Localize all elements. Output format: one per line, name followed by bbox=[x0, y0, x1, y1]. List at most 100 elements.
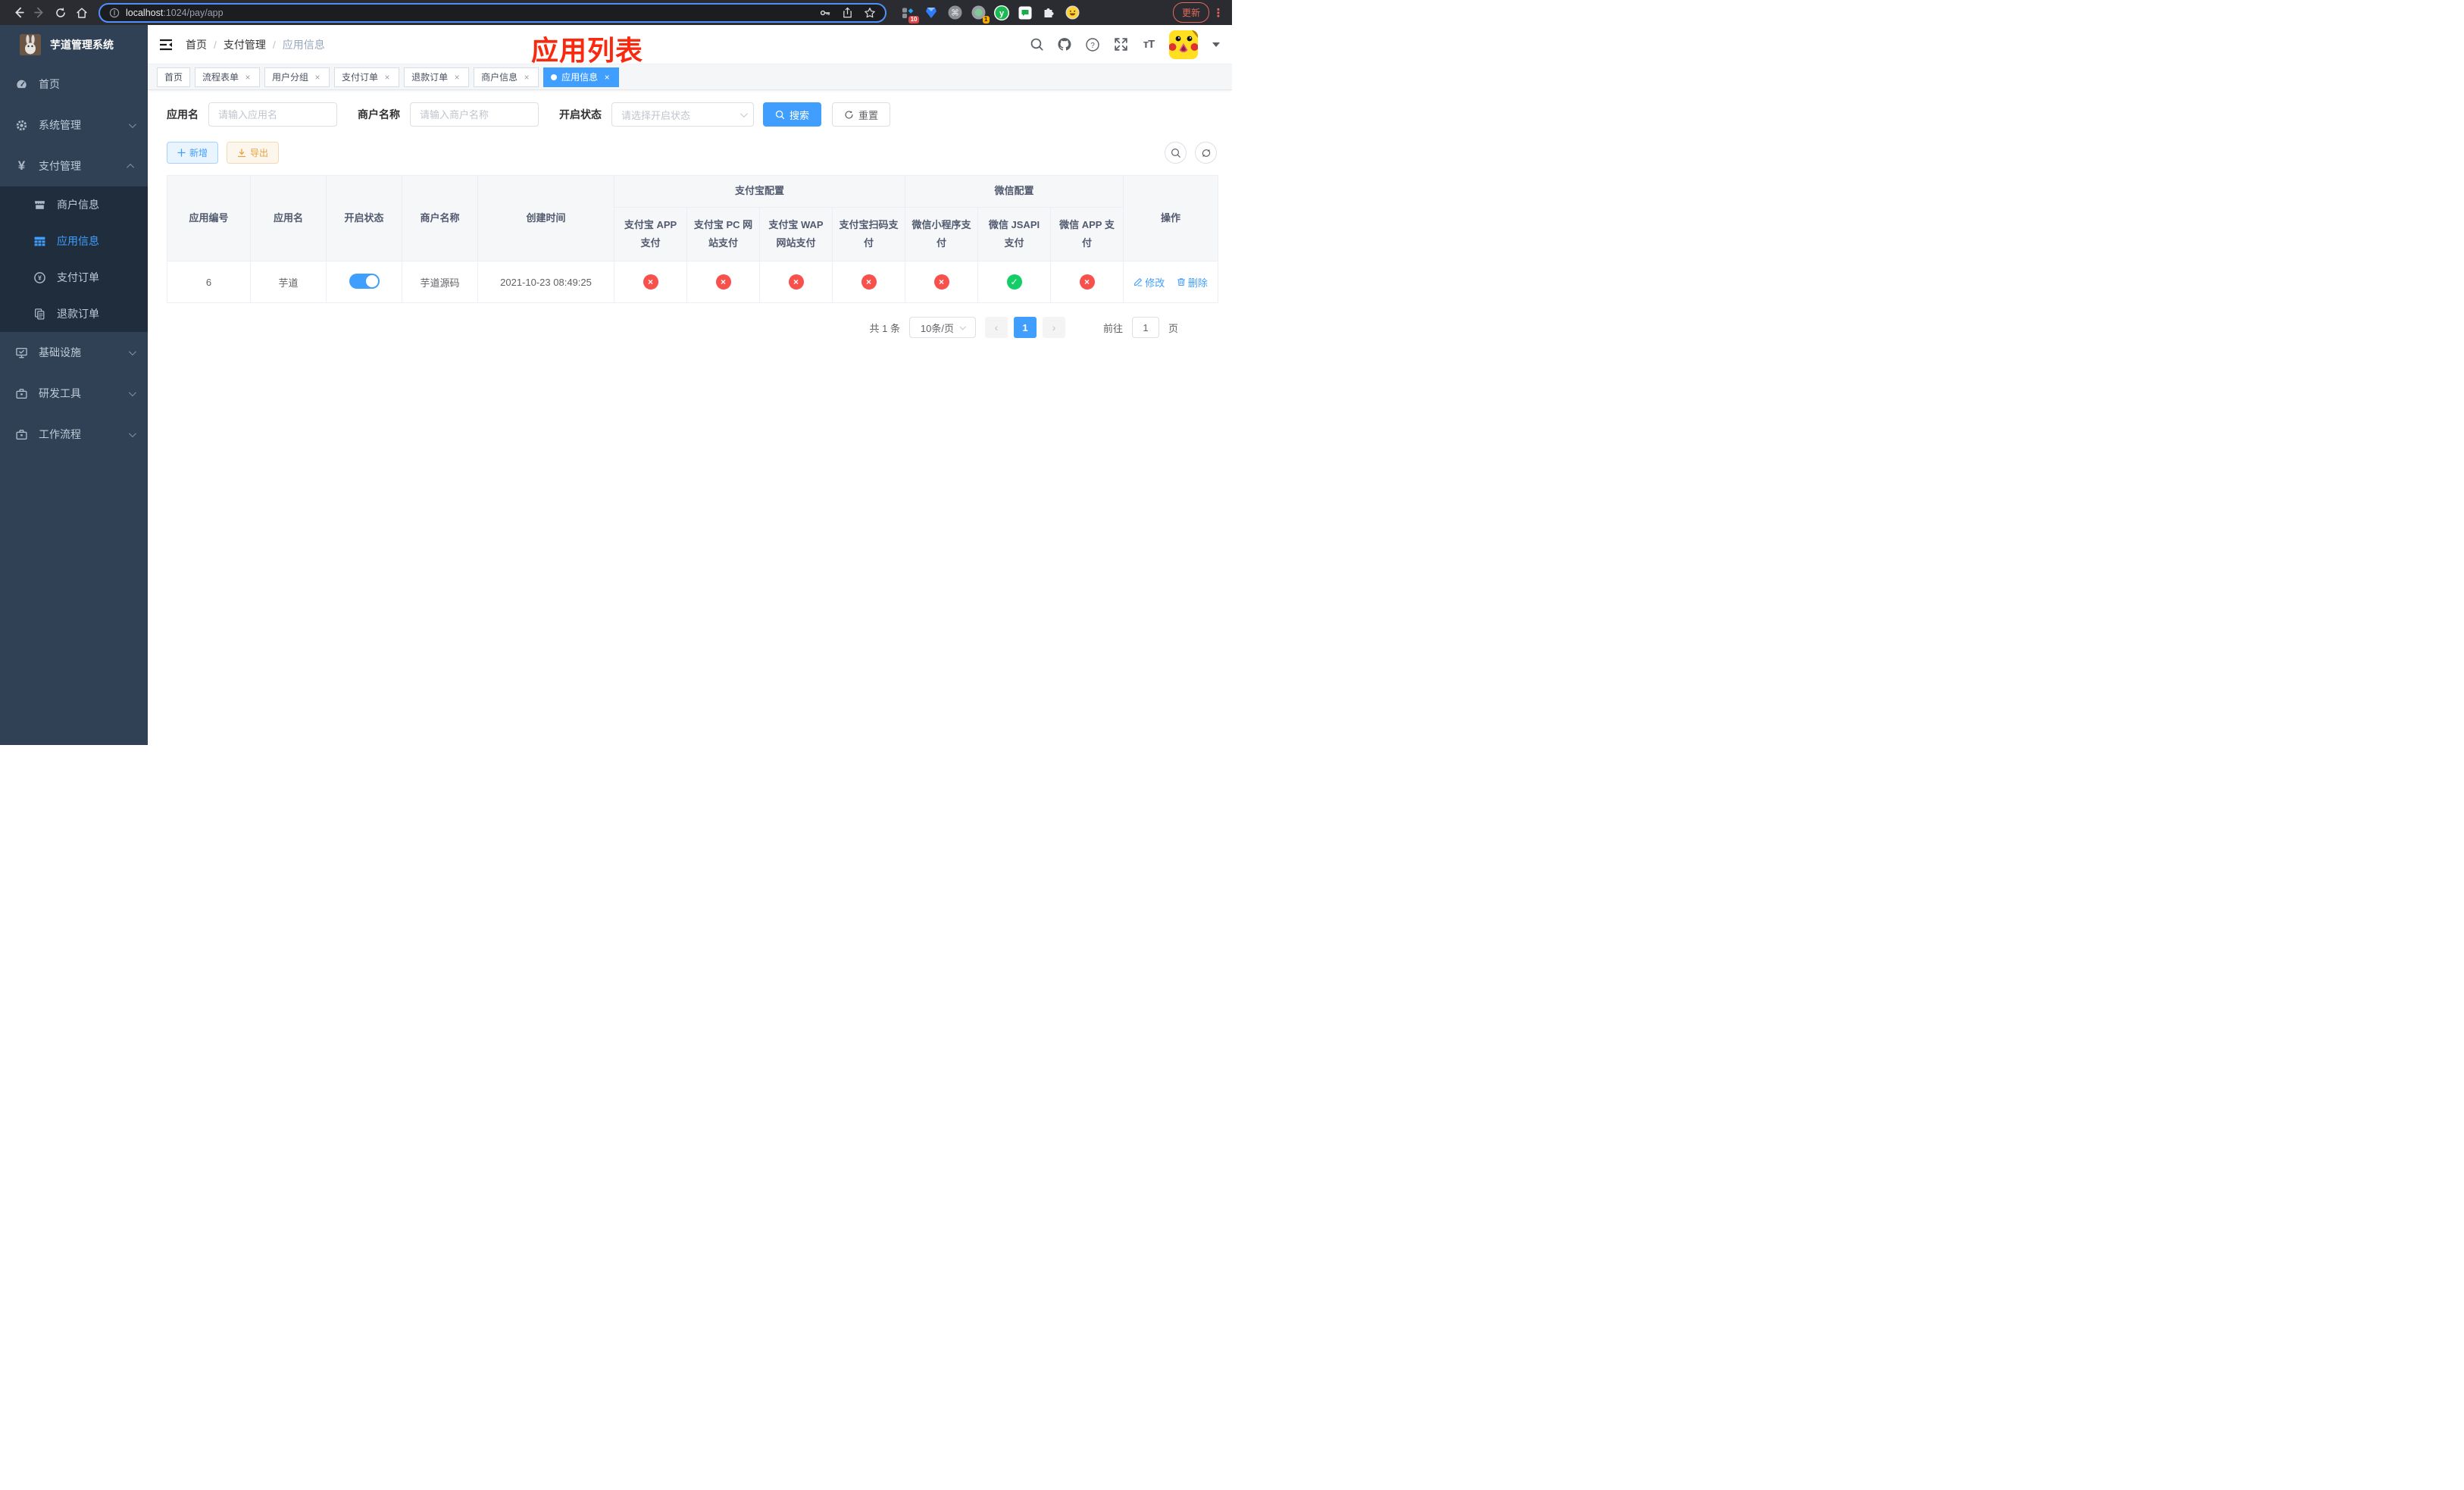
chevron-down-icon bbox=[128, 347, 136, 355]
sidebar-item-payment[interactable]: ¥ 支付管理 bbox=[0, 146, 148, 186]
edit-link[interactable]: 修改 bbox=[1134, 275, 1165, 290]
avatar-caret-icon[interactable] bbox=[1212, 42, 1220, 47]
delete-link[interactable]: 删除 bbox=[1177, 275, 1208, 290]
tab-user-group[interactable]: 用户分组 bbox=[264, 67, 330, 87]
svg-text:⌘: ⌘ bbox=[951, 8, 959, 17]
site-info-icon[interactable] bbox=[109, 8, 120, 18]
tab-close-icon[interactable] bbox=[602, 72, 611, 83]
tab-close-icon[interactable] bbox=[243, 72, 252, 83]
ext-badge: 1 bbox=[982, 15, 990, 23]
next-page-button[interactable]: › bbox=[1042, 317, 1065, 338]
sidebar-item-refund-order[interactable]: 退款订单 bbox=[0, 296, 148, 332]
breadcrumb-payment[interactable]: 支付管理 bbox=[207, 37, 266, 52]
tab-home[interactable]: 首页 bbox=[157, 67, 191, 87]
pagination-total: 共 1 条 bbox=[869, 322, 900, 334]
search-icon[interactable] bbox=[1029, 37, 1044, 52]
breadcrumb-home[interactable]: 首页 bbox=[186, 37, 207, 52]
extensions-row: 10 ⌘ 1 y bbox=[900, 5, 1080, 23]
ext-emoji-icon[interactable] bbox=[1065, 5, 1080, 20]
edit-label: 修改 bbox=[1145, 277, 1165, 289]
tab-refund-order[interactable]: 退款订单 bbox=[404, 67, 470, 87]
search-button[interactable]: 搜索 bbox=[763, 102, 822, 127]
extensions-puzzle-icon[interactable] bbox=[1041, 5, 1056, 20]
ext-command-icon[interactable]: ⌘ bbox=[947, 5, 962, 20]
forward-icon[interactable] bbox=[30, 4, 48, 22]
page-content: 应用名 商户名称 开启状态 请选择开启状态 搜索 重置 bbox=[148, 90, 1232, 745]
col-alipay-pc: 支付宝 PC 网站支付 bbox=[686, 207, 760, 261]
url-bar-actions bbox=[819, 7, 876, 19]
home-icon[interactable] bbox=[73, 4, 91, 22]
sidebar-item-app-info[interactable]: 应用信息 bbox=[0, 223, 148, 259]
cell-operations: 修改 删除 bbox=[1123, 261, 1219, 303]
ext-gem-icon[interactable] bbox=[924, 5, 939, 20]
yen-circle-icon: ¥ bbox=[33, 271, 46, 284]
goto-label: 前往 bbox=[1102, 322, 1123, 334]
chevron-down-icon bbox=[959, 324, 966, 330]
trash-icon bbox=[1177, 278, 1185, 286]
sidebar-item-merchant-info[interactable]: 商户信息 bbox=[0, 186, 148, 223]
sidebar-item-infrastructure[interactable]: 基础设施 bbox=[0, 332, 148, 373]
page-annotation: 应用列表 bbox=[531, 35, 644, 66]
app-title: 芋道管理系统 bbox=[50, 38, 114, 51]
ext-yudao-icon[interactable]: y bbox=[994, 5, 1009, 20]
avatar[interactable] bbox=[1169, 30, 1198, 59]
prev-page-button[interactable]: ‹ bbox=[984, 317, 1008, 338]
tab-label: 流程表单 bbox=[202, 72, 239, 83]
github-icon[interactable] bbox=[1057, 37, 1072, 52]
share-icon[interactable] bbox=[842, 7, 853, 18]
col-alipay-app: 支付宝 APP 支付 bbox=[614, 207, 687, 261]
tab-label: 退款订单 bbox=[411, 72, 449, 83]
browser-update-button[interactable]: 更新 bbox=[1172, 2, 1209, 23]
tab-app-info[interactable]: 应用信息 bbox=[543, 67, 620, 87]
tab-close-icon[interactable] bbox=[313, 72, 322, 83]
password-key-icon[interactable] bbox=[819, 7, 831, 19]
help-icon[interactable]: ? bbox=[1085, 37, 1100, 52]
fullscreen-icon[interactable] bbox=[1113, 37, 1128, 52]
current-page-button[interactable]: 1 bbox=[1013, 317, 1037, 338]
back-icon[interactable] bbox=[9, 4, 27, 22]
tab-close-icon[interactable] bbox=[522, 72, 531, 83]
pagination: 共 1 条 10条/页 ‹ 1 › 前往 页 bbox=[167, 317, 1218, 338]
add-button[interactable]: 新增 bbox=[167, 142, 219, 164]
sidebar-item-workflow[interactable]: 工作流程 bbox=[0, 414, 148, 455]
tab-pay-order[interactable]: 支付订单 bbox=[334, 67, 400, 87]
tab-process-form[interactable]: 流程表单 bbox=[195, 67, 261, 87]
sidebar-item-dev-tools[interactable]: 研发工具 bbox=[0, 373, 148, 414]
tab-close-icon[interactable] bbox=[452, 72, 461, 83]
tab-merchant-info[interactable]: 商户信息 bbox=[474, 67, 539, 87]
dashboard-icon bbox=[15, 78, 28, 91]
status-cross-icon bbox=[643, 274, 658, 290]
reset-button[interactable]: 重置 bbox=[832, 102, 891, 127]
col-app-name: 应用名 bbox=[250, 175, 327, 261]
ext-recorder-icon[interactable]: 1 bbox=[971, 5, 990, 23]
font-size-icon[interactable]: тT bbox=[1141, 37, 1156, 52]
browser-menu-icon[interactable]: ⋮ bbox=[1212, 6, 1224, 20]
sidebar-item-home[interactable]: 首页 bbox=[0, 64, 148, 105]
enabled-toggle[interactable] bbox=[349, 273, 380, 289]
url-bar[interactable]: localhost:1024/pay/app bbox=[98, 2, 886, 23]
cell-alipay-wap bbox=[759, 261, 833, 303]
refresh-button[interactable] bbox=[1195, 142, 1217, 164]
breadcrumb: 首页 支付管理 应用信息 bbox=[186, 37, 325, 52]
collapse-menu-icon[interactable] bbox=[158, 37, 174, 52]
ext-chat-icon[interactable] bbox=[1018, 5, 1033, 20]
sidebar-item-pay-order[interactable]: ¥ 支付订单 bbox=[0, 259, 148, 296]
page-size-select[interactable]: 10条/页 bbox=[908, 317, 976, 338]
sidebar-item-system[interactable]: 系统管理 bbox=[0, 105, 148, 146]
yen-icon: ¥ bbox=[17, 158, 26, 173]
app-name-input[interactable] bbox=[208, 102, 337, 127]
plus-icon bbox=[177, 149, 186, 157]
browser-toolbar: localhost:1024/pay/app 10 ⌘ 1 y 更新 ⋮ bbox=[0, 0, 1232, 25]
merchant-name-input[interactable] bbox=[410, 102, 539, 127]
reload-icon[interactable] bbox=[52, 4, 70, 22]
export-button[interactable]: 导出 bbox=[227, 142, 280, 164]
toggle-search-button[interactable] bbox=[1165, 142, 1187, 164]
ext-grid-icon[interactable]: 10 bbox=[900, 5, 919, 23]
cell-wx-jsapi bbox=[977, 261, 1052, 303]
tab-close-icon[interactable] bbox=[383, 72, 392, 83]
goto-page-input[interactable] bbox=[1131, 317, 1159, 338]
cell-app-id: 6 bbox=[167, 261, 251, 303]
bookmark-star-icon[interactable] bbox=[864, 7, 876, 19]
status-select[interactable]: 请选择开启状态 bbox=[611, 102, 754, 127]
sidebar-logo[interactable]: 芋道管理系统 bbox=[0, 25, 148, 64]
